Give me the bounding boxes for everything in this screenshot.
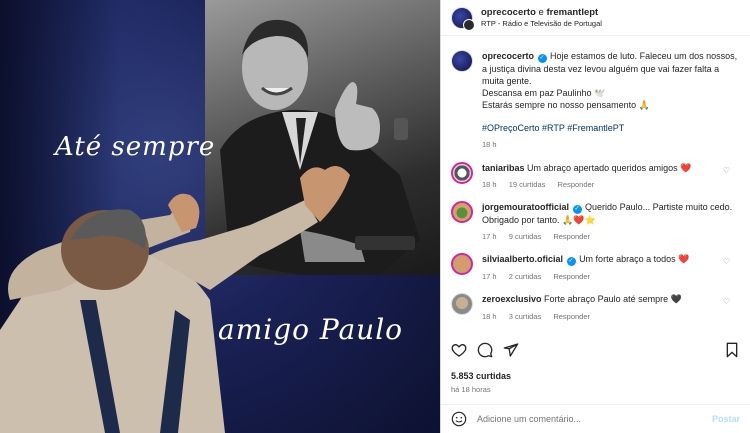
image-caption-top: Até sempre xyxy=(55,132,216,162)
likes-count[interactable]: 5.853 curtidas xyxy=(451,371,511,381)
comment-meta: 18 h 3 curtidas Responder xyxy=(482,312,740,322)
reply-button[interactable]: Responder xyxy=(557,180,594,189)
header-user2[interactable]: fremantlept xyxy=(546,7,598,18)
man-dabbing xyxy=(0,166,350,433)
emoji-icon[interactable] xyxy=(451,411,467,427)
caption-avatar[interactable] xyxy=(451,50,473,72)
comment-like-heart-icon[interactable]: ♡ xyxy=(723,166,730,175)
header-usernames: oprecocerto e fremantlept xyxy=(481,7,602,19)
header-user1[interactable]: oprecocerto xyxy=(481,7,536,18)
comment-time: 18 h xyxy=(482,179,497,189)
comment-likes[interactable]: 19 curtidas xyxy=(509,180,546,189)
heart-icon[interactable] xyxy=(451,342,467,358)
comment-avatar[interactable] xyxy=(451,253,473,276)
post-time: há 18 horas xyxy=(451,385,491,394)
comment-icon[interactable] xyxy=(477,342,493,358)
header-text: oprecocerto e fremantlept RTP - Rádio e … xyxy=(481,7,602,28)
comment-meta: 17 h 2 curtidas Responder xyxy=(482,272,740,282)
comment-item: jorgemouratoofficial ✓ Querido Paulo... … xyxy=(451,201,740,242)
comment-username[interactable]: jorgemouratoofficial xyxy=(482,202,569,212)
post-caption: oprecocerto ✓ Hoje estamos de luto. Fale… xyxy=(451,50,740,150)
comment-body: zeroexclusivo Forte abraço Paulo até sem… xyxy=(482,293,740,321)
comment-likes[interactable]: 3 curtidas xyxy=(509,312,542,321)
comment-time: 17 h xyxy=(482,272,497,282)
comment-username[interactable]: zeroexclusivo xyxy=(482,294,542,304)
post-side-panel: oprecocerto e fremantlept RTP - Rádio e … xyxy=(440,0,750,433)
comments-list: oprecocerto ✓ Hoje estamos de luto. Fale… xyxy=(441,36,750,322)
comment-input[interactable] xyxy=(477,414,712,424)
comment-meta: 17 h 9 curtidas Responder xyxy=(482,232,740,242)
bookmark-icon[interactable] xyxy=(724,342,740,358)
comment-like-heart-icon[interactable]: ♡ xyxy=(723,205,730,214)
comment-body: silviaalberto.oficial ✓ Um forte abraço … xyxy=(482,253,740,282)
comment-username[interactable]: taniaribas xyxy=(482,163,525,173)
instagram-post: Até sempre amigo Paulo oprecocerto e fre… xyxy=(0,0,750,433)
reply-button[interactable]: Responder xyxy=(553,312,590,321)
share-icon[interactable] xyxy=(503,342,519,358)
comment-item: zeroexclusivo Forte abraço Paulo até sem… xyxy=(451,293,740,321)
caption-username[interactable]: oprecocerto xyxy=(482,51,534,61)
comment-avatar[interactable] xyxy=(451,293,473,316)
comment-time: 17 h xyxy=(482,232,497,242)
comment-meta: 18 h 19 curtidas Responder xyxy=(482,180,740,190)
comment-text: Um forte abraço a todos ❤️ xyxy=(579,254,690,265)
caption-body: oprecocerto ✓ Hoje estamos de luto. Fale… xyxy=(482,50,740,150)
comment-text: Forte abraço Paulo até sempre 🖤 xyxy=(544,294,682,305)
comment-body: jorgemouratoofficial ✓ Querido Paulo... … xyxy=(482,201,740,242)
verified-badge-icon: ✓ xyxy=(566,257,576,267)
comment-body: taniaribas Um abraço apertado queridos a… xyxy=(482,162,740,190)
caption-hashtags[interactable]: #OPreçoCerto #RTP #FremantlePT xyxy=(482,122,740,134)
caption-meta: 18 h xyxy=(482,140,740,150)
action-bar xyxy=(451,342,519,358)
reply-button[interactable]: Responder xyxy=(553,232,590,241)
comment-like-heart-icon[interactable]: ♡ xyxy=(723,257,730,266)
caption-line2: Descansa em paz Paulinho 🕊️ xyxy=(482,88,606,99)
comment-text: Um abraço apertado queridos amigos ❤️ xyxy=(527,162,692,173)
post-header: oprecocerto e fremantlept RTP - Rádio e … xyxy=(441,0,750,36)
post-comment-button[interactable]: Postar xyxy=(712,414,740,424)
verified-badge-icon: ✓ xyxy=(537,54,547,63)
comment-item: silviaalberto.oficial ✓ Um forte abraço … xyxy=(451,253,740,282)
caption-time: 18 h xyxy=(482,139,497,149)
comment-username[interactable]: silviaalberto.oficial xyxy=(482,254,563,264)
author-avatar[interactable] xyxy=(451,6,475,31)
comment-avatar[interactable] xyxy=(451,161,473,184)
header-location[interactable]: RTP - Rádio e Televisão de Portugal xyxy=(481,19,602,28)
comment-time: 18 h xyxy=(482,311,497,321)
comment-likes[interactable]: 9 curtidas xyxy=(509,232,542,241)
post-image[interactable]: Até sempre amigo Paulo xyxy=(0,0,440,433)
add-comment-bar: Postar xyxy=(441,404,750,433)
comment-avatar[interactable] xyxy=(451,201,473,224)
caption-line3: Estarás sempre no nosso pensamento 🙏 xyxy=(482,100,650,111)
comment-item: taniaribas Um abraço apertado queridos a… xyxy=(451,161,740,190)
comment-likes[interactable]: 2 curtidas xyxy=(509,272,542,281)
header-separator: e xyxy=(538,6,544,18)
photo-illustration xyxy=(0,19,420,433)
image-caption-bottom: amigo Paulo xyxy=(218,313,404,346)
comment-like-heart-icon[interactable]: ♡ xyxy=(723,297,730,306)
verified-badge-icon: ✓ xyxy=(572,205,582,215)
reply-button[interactable]: Responder xyxy=(553,272,590,281)
